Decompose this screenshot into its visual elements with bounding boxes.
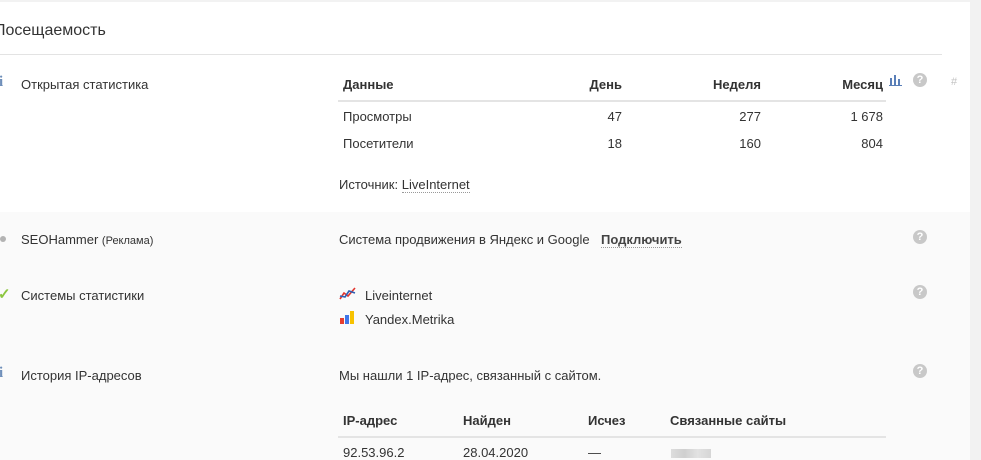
seohammer-name: SEOHammer <box>21 232 99 247</box>
stats-row-views-month: 1 678 <box>850 109 883 124</box>
stats-row-visitors-label: Посетители <box>343 136 414 151</box>
ip-table-header-line <box>338 436 886 438</box>
ip-col-header-found: Найден <box>463 413 511 428</box>
yandex-metrika-bars-icon <box>340 311 354 324</box>
col-header-month: Месяц <box>842 77 883 92</box>
stats-row-views-day: 47 <box>607 109 622 124</box>
stat-systems-help-icon[interactable]: ? <box>913 285 927 299</box>
source-link[interactable]: LiveInternet <box>401 177 470 193</box>
col-header-week: Неделя <box>713 77 761 92</box>
open-stats-help-icon[interactable]: ? <box>913 73 927 87</box>
stat-systems-label: Системы статистики <box>21 288 145 303</box>
ip-row-gone: — <box>588 445 601 460</box>
stats-table-header-line <box>338 100 886 102</box>
seohammer-text: Система продвижения в Яндекс и Google <box>339 232 590 247</box>
info-icon: i <box>0 365 4 381</box>
ip-col-header-related: Связанные сайты <box>670 413 787 428</box>
ip-history-label: История IP-адресов <box>21 368 142 383</box>
seohammer-help-icon[interactable]: ? <box>913 230 927 244</box>
bullet-dot-icon <box>0 236 6 242</box>
stats-row-visitors-month: 804 <box>861 136 883 151</box>
stats-row-views-label: Просмотры <box>343 109 412 124</box>
ip-col-header-gone: Исчез <box>588 413 626 428</box>
anchor-hash[interactable]: # <box>951 76 957 88</box>
col-header-data: Данные <box>343 77 394 92</box>
seohammer-label: SEOHammer (Реклама) <box>21 232 153 247</box>
ip-history-help-icon[interactable]: ? <box>913 364 927 378</box>
open-stats-label: Открытая статистика <box>21 77 149 92</box>
ip-col-header-ip: IP-адрес <box>343 413 398 428</box>
connect-button[interactable]: Подключить <box>601 232 682 248</box>
check-icon: ✓ <box>0 286 11 303</box>
stats-row-visitors-week: 160 <box>739 136 761 151</box>
ad-note: (Реклама) <box>101 235 154 247</box>
stats-row-visitors-day: 18 <box>607 136 622 151</box>
liveinternet-chart-icon <box>339 287 356 300</box>
stats-row-views-week: 277 <box>739 109 761 124</box>
source-prefix: Источник: <box>339 177 399 192</box>
ip-row-ip[interactable]: 92.53.96.2 <box>343 445 404 460</box>
section-title: Посещаемость <box>0 22 106 39</box>
stat-system-yandex-metrika: Yandex.Metrika <box>365 312 455 327</box>
chart-icon[interactable] <box>889 73 903 86</box>
stat-system-liveinternet: Liveinternet <box>365 288 433 303</box>
source-line: Источник: LiveInternet <box>339 177 470 193</box>
blurred-related-sites <box>671 449 711 458</box>
info-icon: i <box>0 74 4 90</box>
ip-history-text: Мы нашли 1 IP-адрес, связанный с сайтом. <box>339 368 602 383</box>
col-header-day: День <box>589 77 623 92</box>
ip-row-found: 28.04.2020 <box>463 445 529 460</box>
section-divider <box>0 54 942 55</box>
